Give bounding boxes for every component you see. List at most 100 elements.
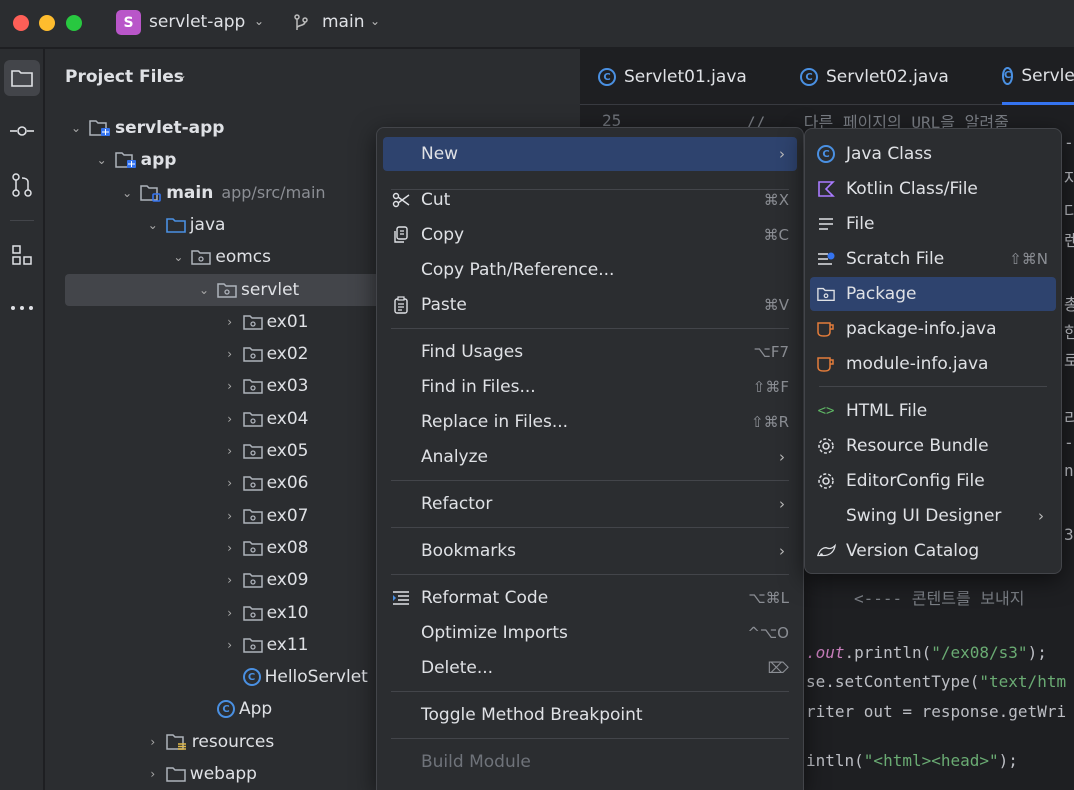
submenu-item-module-info[interactable]: module-info.java — [810, 347, 1056, 381]
menu-item-label: Build Module — [421, 752, 531, 772]
code-line[interactable]: .out.println("/ex08/s3"); — [806, 643, 1047, 662]
chevron-right-icon[interactable]: › — [223, 444, 237, 458]
code-fragment: na — [1064, 461, 1074, 480]
chevron-right-icon[interactable]: › — [223, 476, 237, 490]
submenu-item-java-class[interactable]: C Java Class — [810, 137, 1056, 171]
menu-item-label: package-info.java — [846, 319, 997, 339]
menu-item-label: Optimize Imports — [421, 623, 568, 643]
chevron-right-icon[interactable]: › — [223, 638, 237, 652]
pull-requests-tool-button[interactable] — [4, 167, 40, 203]
chevron-right-icon[interactable]: › — [146, 735, 160, 749]
chevron-down-icon[interactable]: ⌄ — [254, 14, 264, 28]
menu-item-shortcut: ^⌥O — [747, 624, 789, 642]
tab-servlet01[interactable]: C Servlet01.java — [598, 49, 747, 105]
chevron-down-icon[interactable]: ⌄ — [171, 250, 185, 264]
tree-item-servlet[interactable]: ⌄ servlet — [65, 273, 385, 306]
menu-item-copy-path[interactable]: Copy Path/Reference... — [383, 253, 797, 287]
menu-item-shortcut: ⇧⌘N — [1009, 250, 1048, 268]
chevron-down-icon[interactable]: ⌄ — [69, 121, 83, 135]
project-name[interactable]: servlet-app — [149, 12, 245, 32]
tree-item-label: ex06 — [266, 473, 309, 494]
menu-separator — [819, 386, 1047, 387]
chevron-right-icon[interactable]: › — [223, 541, 237, 555]
code-line[interactable]: riter out = response.getWri — [806, 702, 1066, 721]
submenu-item-version-catalog[interactable]: Version Catalog — [810, 534, 1056, 568]
menu-item-analyze[interactable]: Analyze › — [383, 440, 797, 474]
chevron-right-icon[interactable]: › — [223, 347, 237, 361]
submenu-item-package-info[interactable]: package-info.java — [810, 312, 1056, 346]
tree-item-label: ex11 — [266, 634, 309, 655]
code-line[interactable]: se.setContentType("text/htm — [806, 672, 1066, 691]
submenu-item-scratch-file[interactable]: Scratch File ⇧⌘N — [810, 242, 1056, 276]
submenu-item-package[interactable]: Package — [810, 277, 1056, 311]
menu-item-refactor[interactable]: Refactor › — [383, 487, 797, 521]
chevron-down-icon[interactable]: ⌄ — [95, 153, 109, 167]
chevron-down-icon[interactable]: ⌄ — [197, 283, 211, 297]
menu-item-paste[interactable]: Paste ⌘V — [383, 288, 797, 322]
code-fragment: 3 — [1064, 525, 1074, 544]
menu-item-shortcut: ⇧⌘F — [752, 378, 789, 396]
chevron-right-icon: › — [779, 145, 785, 163]
submenu-item-editorconfig[interactable]: EditorConfig File — [810, 464, 1056, 498]
menu-item-find-usages[interactable]: Find Usages ⌥F7 — [383, 335, 797, 369]
submenu-item-file[interactable]: File — [810, 207, 1056, 241]
chevron-right-icon[interactable]: › — [223, 573, 237, 587]
module-folder-icon — [114, 151, 137, 169]
more-tools-button[interactable] — [4, 290, 40, 326]
code-comment-line[interactable]: <---- 콘텐트를 보내지 — [854, 585, 1024, 609]
package-icon — [242, 508, 263, 524]
project-tool-button[interactable] — [4, 60, 40, 96]
menu-item-delete[interactable]: Delete... ⌦ — [383, 651, 797, 685]
panel-title[interactable]: Project Files — [65, 67, 184, 87]
chevron-right-icon[interactable]: › — [146, 767, 160, 781]
menu-item-cut[interactable]: Cut ⌘X — [383, 183, 797, 217]
menu-item-reformat-code[interactable]: Reformat Code ⌥⌘L — [383, 581, 797, 615]
chevron-right-icon[interactable]: › — [223, 606, 237, 620]
menu-item-shortcut: ⌥⌘L — [748, 589, 789, 607]
chevron-down-icon[interactable]: ⌄ — [120, 186, 134, 200]
submenu-item-kotlin-class[interactable]: Kotlin Class/File — [810, 172, 1056, 206]
tree-item-label: ex04 — [266, 408, 309, 429]
chevron-down-icon[interactable]: ⌄ — [177, 68, 187, 82]
submenu-item-html-file[interactable]: <> HTML File — [810, 394, 1056, 428]
commit-tool-button[interactable] — [4, 113, 40, 149]
menu-item-label: Java Class — [846, 144, 933, 164]
menu-item-replace-in-files[interactable]: Replace in Files... ⇧⌘R — [383, 405, 797, 439]
tab-servlet03[interactable]: C Servle — [1002, 49, 1074, 105]
chevron-right-icon[interactable]: › — [223, 509, 237, 523]
menu-item-new[interactable]: New › — [383, 137, 797, 171]
menu-item-find-in-files[interactable]: Find in Files... ⇧⌘F — [383, 370, 797, 404]
chevron-right-icon[interactable]: › — [223, 315, 237, 329]
menu-item-label: Reformat Code — [421, 588, 549, 608]
menu-item-label: Find in Files... — [421, 377, 536, 397]
chevron-down-icon[interactable]: ⌄ — [370, 14, 380, 28]
branch-name[interactable]: main — [322, 12, 364, 32]
zoom-window-button[interactable] — [66, 15, 82, 31]
menu-item-build-module[interactable]: Build Module — [383, 745, 797, 779]
tab-servlet02[interactable]: C Servlet02.java — [800, 49, 949, 105]
menu-item-bookmarks[interactable]: Bookmarks › — [383, 534, 797, 568]
minimize-window-button[interactable] — [39, 15, 55, 31]
submenu-item-swing-ui-designer[interactable]: Swing UI Designer › — [810, 499, 1056, 533]
menu-item-label: Refactor — [421, 494, 493, 514]
menu-item-label: File — [846, 214, 875, 234]
code-fragment: 다 — [1064, 202, 1074, 221]
structure-tool-button[interactable] — [4, 237, 40, 273]
chevron-right-icon[interactable]: › — [223, 379, 237, 393]
menu-item-toggle-method-breakpoint[interactable]: Toggle Method Breakpoint — [383, 698, 797, 732]
submenu-item-resource-bundle[interactable]: Resource Bundle — [810, 429, 1056, 463]
menu-item-optimize-imports[interactable]: Optimize Imports ^⌥O — [383, 616, 797, 650]
package-icon — [242, 378, 263, 395]
scissors-icon — [391, 191, 411, 209]
folder-icon — [166, 766, 186, 782]
code-line[interactable]: intln("<html><head>"); — [806, 751, 1018, 770]
class-icon: C — [816, 145, 836, 163]
project-badge[interactable]: S — [116, 10, 141, 35]
chevron-right-icon[interactable]: › — [223, 412, 237, 426]
chevron-down-icon[interactable]: ⌄ — [146, 218, 160, 232]
gear-icon — [816, 472, 836, 490]
tree-item-label: servlet-app — [115, 118, 225, 138]
tool-window-strip — [0, 49, 44, 790]
close-window-button[interactable] — [13, 15, 29, 31]
menu-item-copy[interactable]: Copy ⌘C — [383, 218, 797, 252]
